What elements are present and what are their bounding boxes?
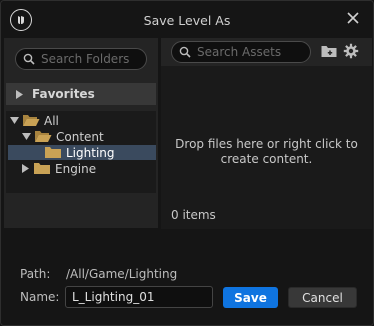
tree-item-engine[interactable]: Engine <box>22 161 96 176</box>
drop-hint: Drop files here or right click to create… <box>171 137 362 167</box>
search-assets-input[interactable] <box>197 45 310 59</box>
favorites-header[interactable]: Favorites <box>6 83 156 105</box>
tree-item-all[interactable]: All <box>10 113 59 128</box>
footer: Path: /All/Game/Lighting Name: Save Canc… <box>1 229 373 325</box>
favorites-label: Favorites <box>32 87 95 101</box>
tree-item-label: Engine <box>55 161 97 176</box>
triangle-right-icon <box>22 164 29 173</box>
folder-tree: All Content Lighting Engine <box>6 111 156 193</box>
save-button[interactable]: Save <box>223 287 278 308</box>
search-icon <box>179 46 191 58</box>
path-label: Path: <box>20 267 51 281</box>
drop-hint-line: Drop files here or right click to <box>175 137 358 151</box>
tree-item-content[interactable]: Content <box>22 129 104 144</box>
path-value: /All/Game/Lighting <box>66 267 178 281</box>
tree-item-label: All <box>44 113 59 128</box>
search-folders-box[interactable] <box>15 48 147 70</box>
tree-item-lighting[interactable]: Lighting <box>8 145 156 160</box>
asset-panel: Drop files here or right click to create… <box>161 38 372 229</box>
item-count: 0 items <box>171 208 216 222</box>
triangle-right-icon <box>16 89 23 99</box>
tree-item-label: Content <box>56 129 104 144</box>
dialog-title: Save Level As <box>143 13 231 28</box>
folder-open-icon <box>23 115 40 126</box>
folder-panel: Favorites All Content <box>4 38 158 228</box>
drop-hint-line: create content. <box>220 152 313 166</box>
search-folders-input[interactable] <box>41 52 146 66</box>
gear-icon[interactable] <box>342 42 360 60</box>
triangle-down-icon <box>22 133 31 140</box>
folder-icon <box>45 147 61 158</box>
add-folder-icon[interactable] <box>320 42 338 60</box>
save-level-dialog: Save Level As Favorites <box>0 0 374 326</box>
triangle-down-icon <box>10 117 19 124</box>
close-icon[interactable] <box>342 7 364 29</box>
search-assets-box[interactable] <box>171 41 311 63</box>
folder-icon <box>34 163 50 174</box>
cancel-button[interactable]: Cancel <box>288 287 357 308</box>
asset-view[interactable]: Drop files here or right click to create… <box>161 66 372 229</box>
name-field[interactable] <box>65 286 213 308</box>
tree-item-label: Lighting <box>66 145 115 160</box>
search-icon <box>23 53 35 65</box>
name-label: Name: <box>20 290 60 304</box>
title-bar[interactable]: Save Level As <box>1 1 373 37</box>
folder-open-icon <box>35 131 52 142</box>
